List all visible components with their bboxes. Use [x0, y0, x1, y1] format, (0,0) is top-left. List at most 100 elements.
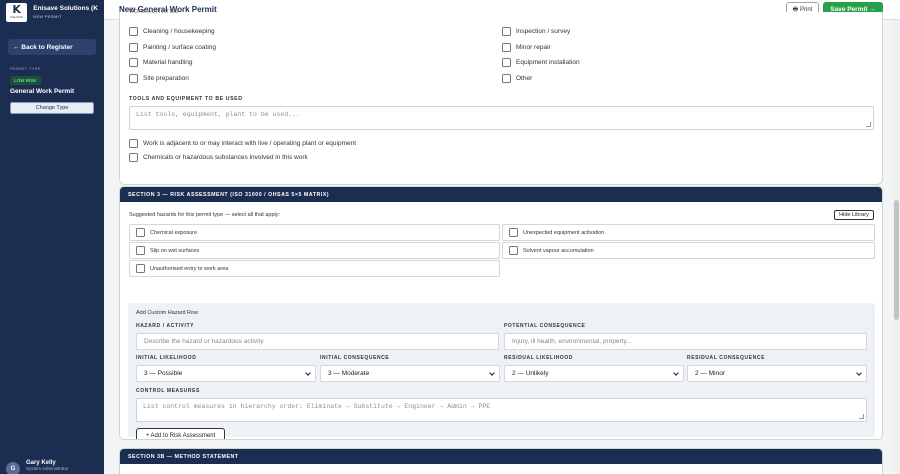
permit-type-label: PERMIT TYPE — [10, 66, 41, 71]
sidebar: K KALCON Enisave Solutions (K... NEW PER… — [0, 0, 104, 474]
residual-likelihood-value: 2 — Unlikely — [512, 370, 549, 377]
suggested-hazards-text: Suggested hazards for this permit type —… — [129, 212, 281, 218]
activity-option[interactable]: Inspection / survey — [502, 27, 570, 36]
checkbox[interactable] — [129, 27, 138, 36]
control-measures-label: CONTROL MEASURES — [136, 388, 200, 394]
consequence-placeholder: Injury, ill health, environmental, prope… — [512, 338, 632, 345]
chevron-down-icon — [489, 370, 495, 376]
activity-label: Minor repair — [516, 44, 551, 51]
chevron-down-icon — [673, 370, 679, 376]
residual-likelihood-label: RESIDUAL LIKELIHOOD — [504, 355, 574, 361]
activity-option[interactable]: Equipment installation — [502, 58, 580, 67]
hide-library-button[interactable]: Hide Library — [834, 210, 874, 220]
add-to-risk-assessment-button[interactable]: + Add to Risk Assessment — [136, 428, 225, 439]
avatar: G — [6, 462, 20, 474]
activity-option[interactable]: Material handling — [129, 58, 193, 67]
hazard-activity-input[interactable]: Describe the hazard or hazardous activit… — [136, 333, 499, 350]
back-to-register-button[interactable]: ← Back to Register — [8, 39, 96, 55]
potential-consequence-label: POTENTIAL CONSEQUENCE — [504, 323, 586, 329]
potential-consequence-input[interactable]: Injury, ill health, environmental, prope… — [504, 333, 867, 350]
residual-likelihood-select[interactable]: 2 — Unlikely — [504, 365, 684, 382]
work-activities-label: WORK ACTIVITIES — [129, 9, 179, 15]
residual-consequence-value: 2 — Minor — [695, 370, 725, 377]
activity-option[interactable]: Other — [502, 74, 532, 83]
brand: K KALCON Enisave Solutions (K... NEW PER… — [0, 0, 104, 24]
tools-placeholder: List tools, equipment, plant to be used.… — [136, 111, 300, 118]
checkbox[interactable] — [129, 139, 138, 148]
activity-option[interactable]: Minor repair — [502, 43, 551, 52]
checkbox[interactable] — [509, 246, 518, 255]
company-name: Enisave Solutions (K... — [33, 5, 98, 12]
initial-likelihood-value: 3 — Possible — [144, 370, 183, 377]
hazard-option[interactable]: Unexpected equipment activation — [502, 224, 875, 241]
activity-label: Equipment installation — [516, 59, 580, 66]
initial-consequence-select[interactable]: 3 — Moderate — [320, 365, 500, 382]
residual-consequence-select[interactable]: 2 — Minor — [687, 365, 867, 382]
checkbox[interactable] — [129, 153, 138, 162]
page-scrollbar[interactable] — [893, 20, 900, 474]
initial-likelihood-label: INITIAL LIKELIHOOD — [136, 355, 197, 361]
condition-label: Chemicals or hazardous substances involv… — [143, 154, 308, 161]
chevron-down-icon — [305, 370, 311, 376]
hazard-label: Slip on wet surfaces — [150, 247, 200, 254]
initial-likelihood-select[interactable]: 3 — Possible — [136, 365, 316, 382]
checkbox[interactable] — [502, 43, 511, 52]
user-role: System Administrator — [26, 466, 69, 471]
hazard-label: Chemical exposure — [150, 229, 198, 236]
checkbox[interactable] — [136, 264, 145, 273]
checkbox[interactable] — [502, 58, 511, 67]
checkbox[interactable] — [509, 228, 518, 237]
activity-option[interactable]: Site preparation — [129, 74, 189, 83]
checkbox[interactable] — [129, 58, 138, 67]
activity-label: Other — [516, 75, 533, 82]
section-header: SECTION 3B — METHOD STATEMENT — [120, 449, 882, 464]
chevron-down-icon — [856, 370, 862, 376]
checkbox[interactable] — [502, 27, 511, 36]
section-header: SECTION 3 — RISK ASSESSMENT (ISO 31000 /… — [120, 187, 882, 202]
scrollbar-thumb[interactable] — [894, 200, 899, 320]
hazard-option[interactable]: Unauthorised entry to work area — [129, 260, 500, 277]
checkbox[interactable] — [136, 228, 145, 237]
control-placeholder: List control measures in hierarchy order… — [143, 403, 491, 410]
hazard-placeholder: Describe the hazard or hazardous activit… — [144, 338, 264, 345]
resize-handle[interactable] — [859, 414, 864, 419]
residual-consequence-label: RESIDUAL CONSEQUENCE — [687, 355, 766, 361]
condition-option[interactable]: Work is adjacent to or may interact with… — [129, 139, 356, 148]
activity-option[interactable]: Cleaning / housekeeping — [129, 27, 215, 36]
activity-label: Material handling — [143, 59, 193, 66]
control-measures-textarea[interactable]: List control measures in hierarchy order… — [136, 398, 867, 422]
risk-assessment-section: SECTION 3 — RISK ASSESSMENT (ISO 31000 /… — [119, 186, 883, 440]
hazard-option[interactable]: Slip on wet surfaces — [129, 242, 500, 259]
hazard-label: Unauthorised entry to work area — [150, 265, 229, 272]
logo-letter: K — [12, 3, 21, 16]
activity-label: Painting / surface coating — [143, 44, 216, 51]
method-statement-section: SECTION 3B — METHOD STATEMENT — [119, 448, 883, 474]
main-content: WORK ACTIVITIES Cleaning / housekeeping … — [104, 9, 890, 474]
checkbox[interactable] — [129, 74, 138, 83]
initial-consequence-label: INITIAL CONSEQUENCE — [320, 355, 390, 361]
work-details-card: WORK ACTIVITIES Cleaning / housekeeping … — [119, 9, 883, 185]
tools-textarea[interactable]: List tools, equipment, plant to be used.… — [129, 106, 874, 130]
activity-label: Cleaning / housekeeping — [143, 28, 215, 35]
change-type-button[interactable]: Change Type — [10, 102, 94, 114]
condition-label: Work is adjacent to or may interact with… — [143, 140, 357, 147]
custom-hazard-panel: Add Custom Hazard Row HAZARD / ACTIVITY … — [128, 303, 875, 439]
hazard-option[interactable]: Solvent vapour accumulation — [502, 242, 875, 259]
company-logo: K KALCON — [6, 2, 28, 22]
logo-text: KALCON — [10, 15, 23, 19]
activity-label: Inspection / survey — [516, 28, 571, 35]
activity-option[interactable]: Painting / surface coating — [129, 43, 216, 52]
activity-label: Site preparation — [143, 75, 189, 82]
tools-label: TOOLS AND EQUIPMENT TO BE USED — [129, 96, 243, 102]
resize-handle[interactable] — [866, 122, 871, 127]
permit-type-name: General Work Permit — [10, 88, 75, 95]
brand-subtitle: NEW PERMIT — [33, 14, 62, 19]
hazard-activity-label: HAZARD / ACTIVITY — [136, 323, 195, 329]
hazard-label: Unexpected equipment activation — [523, 229, 605, 236]
user-profile[interactable]: G Gary Kelly System Administrator — [6, 460, 69, 474]
checkbox[interactable] — [502, 74, 511, 83]
hazard-option[interactable]: Chemical exposure — [129, 224, 500, 241]
checkbox[interactable] — [129, 43, 138, 52]
checkbox[interactable] — [136, 246, 145, 255]
condition-option[interactable]: Chemicals or hazardous substances involv… — [129, 153, 308, 162]
